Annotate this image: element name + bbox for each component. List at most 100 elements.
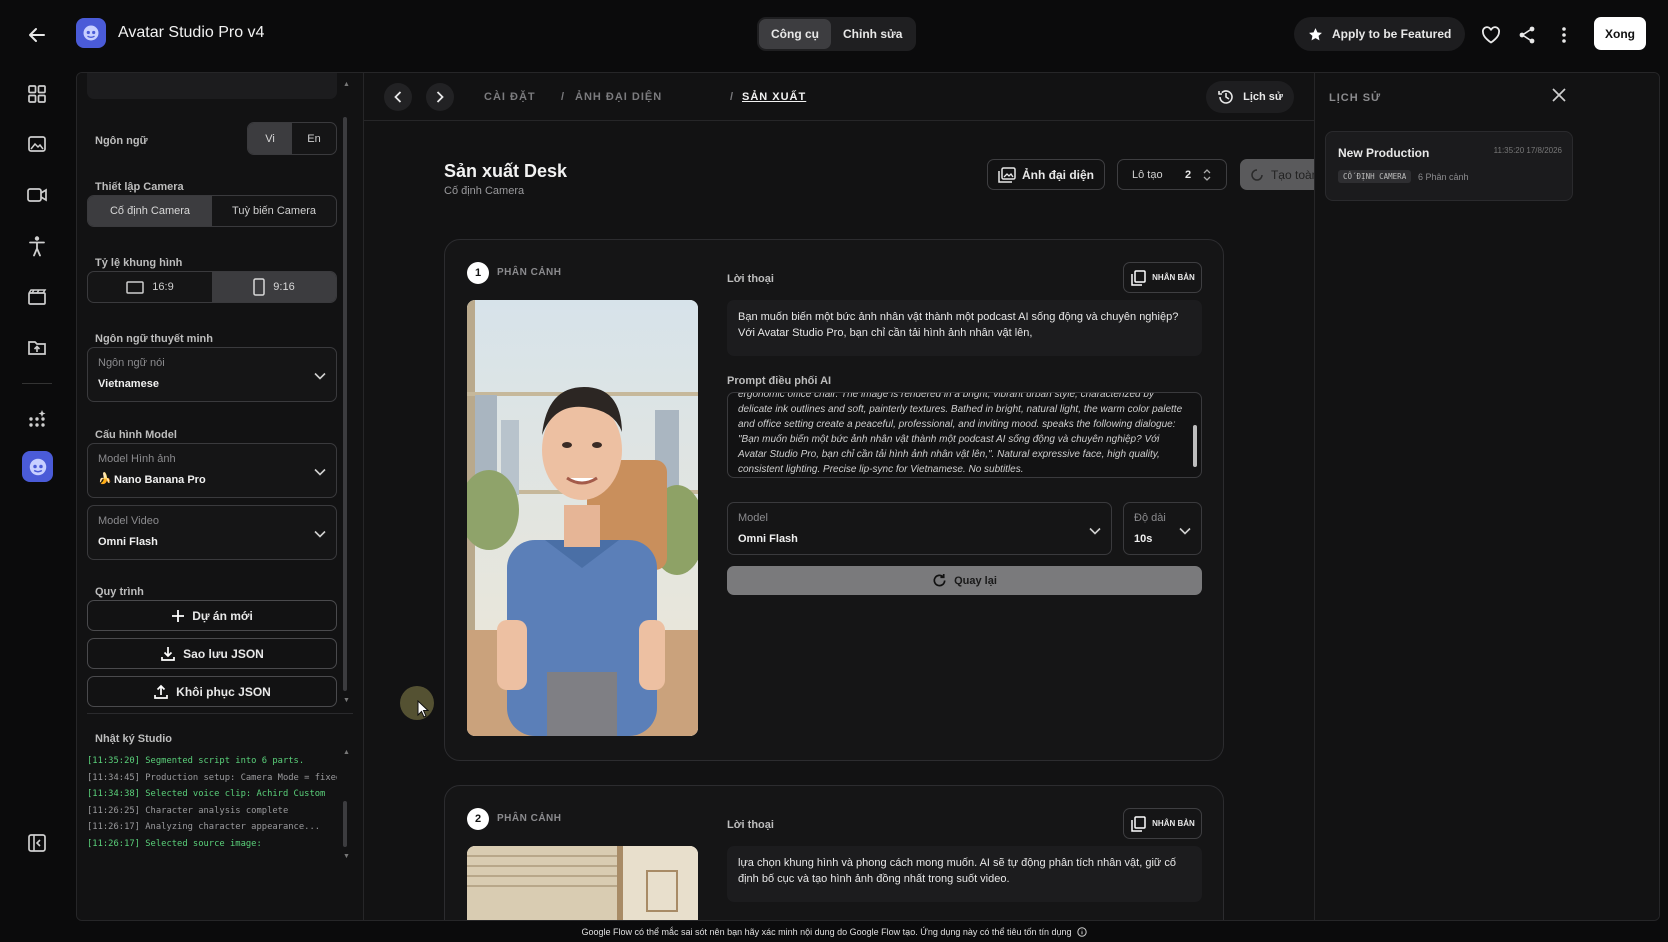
ai-prompt-label: Prompt điều phối AI — [727, 375, 832, 387]
avatar-image-label: Ảnh đại diện — [1022, 167, 1094, 182]
copy-icon — [1130, 815, 1146, 832]
scroll-up-icon[interactable]: ▲ — [343, 81, 350, 88]
save-json-button[interactable]: Sao lưu JSON — [87, 638, 337, 669]
dialogue-textarea[interactable]: lựa chọn khung hình và phong cách mong m… — [727, 846, 1202, 902]
tab-chinh-sua[interactable]: Chỉnh sửa — [831, 19, 914, 49]
language-label: Ngôn ngữ — [95, 135, 148, 147]
folder-upload-icon[interactable] — [24, 334, 50, 360]
video-model-value: Omni Flash — [98, 536, 158, 548]
ai-prompt-textarea[interactable]: ergonomic office chair. The image is ren… — [727, 392, 1202, 478]
history-item-tag: CỐ ĐỊNH CAMERA — [1338, 170, 1412, 183]
image-icon[interactable] — [24, 131, 50, 157]
mode-switch: Công cụ Chỉnh sửa — [757, 17, 917, 51]
log-scroll-down-icon[interactable]: ▼ — [343, 853, 350, 860]
history-panel: LỊCH SỬ New Production 11:35:20 17/8/202… — [1314, 73, 1659, 920]
ratio-9-16-option[interactable]: 9:16 — [212, 272, 336, 302]
custom-camera-option[interactable]: Tuỳ biến Camera — [212, 196, 336, 226]
history-button[interactable]: Lịch sử — [1206, 81, 1294, 113]
chevron-down-icon — [1089, 527, 1101, 535]
scene-duration-select[interactable]: Độ dài 10s — [1123, 502, 1202, 555]
breadcrumb-bar: CÀI ĐẶT / ẢNH ĐẠI DIỆN / SẢN XUẤT Lịch s… — [364, 73, 1314, 121]
camera-mode-switch: Cố định Camera Tuỳ biến Camera — [87, 195, 337, 227]
person-icon[interactable] — [24, 233, 50, 259]
dialogue-label: Lời thoại — [727, 819, 774, 831]
apply-featured-label: Apply to be Featured — [1332, 27, 1452, 41]
info-icon[interactable] — [1076, 927, 1087, 937]
scroll-down-icon[interactable]: ▼ — [343, 697, 350, 704]
close-icon[interactable] — [1549, 85, 1569, 105]
breadcrumb-avatar[interactable]: ẢNH ĐẠI DIỆN — [575, 91, 662, 103]
batch-size-stepper[interactable]: Lô tạo 2 — [1117, 159, 1227, 190]
model-config-label: Cấu hình Model — [95, 429, 177, 441]
history-panel-title: LỊCH SỬ — [1329, 92, 1382, 104]
heart-icon[interactable] — [1478, 22, 1504, 48]
clapperboard-icon[interactable] — [24, 284, 50, 310]
back-arrow-icon[interactable] — [24, 22, 50, 48]
spoken-language-value: Vietnamese — [98, 378, 159, 390]
tab-cong-cu[interactable]: Công cụ — [759, 19, 831, 49]
history-button-label: Lịch sử — [1243, 91, 1283, 103]
prompt-scrollbar[interactable] — [1193, 425, 1197, 467]
duplicate-button[interactable]: NHÂN BẢN — [1123, 808, 1202, 839]
aspect-ratio-switch: 16:9 9:16 — [87, 271, 337, 303]
avatar-app-icon[interactable] — [22, 451, 53, 482]
next-step-button[interactable] — [426, 83, 454, 111]
log-scrollbar[interactable] — [343, 801, 347, 847]
video-icon[interactable] — [24, 182, 50, 208]
panel-toggle-icon[interactable] — [24, 830, 50, 856]
studio-log: [11:35:20] Segmented script into 6 parts… — [87, 753, 337, 863]
spoken-language-select[interactable]: Ngôn ngữ nói Vietnamese — [87, 347, 337, 402]
breadcrumb-production[interactable]: SẢN XUẤT — [742, 91, 806, 103]
log-scroll-up-icon[interactable]: ▲ — [343, 749, 350, 756]
scene-card-2: 2 PHÂN CẢNH Lời thoại NHÂN BẢN lựa chọn … — [444, 785, 1224, 920]
log-entry: [11:35:20] Segmented script into 6 parts… — [87, 756, 305, 766]
chevron-left-icon — [393, 91, 403, 103]
spoken-language-caption: Ngôn ngữ nói — [98, 357, 165, 369]
duplicate-label: NHÂN BẢN — [1152, 819, 1195, 828]
scene-duration-caption: Độ dài — [1134, 512, 1166, 524]
video-model-select[interactable]: Model Video Omni Flash — [87, 505, 337, 560]
scene-model-select[interactable]: Model Omni Flash — [727, 502, 1112, 555]
done-button[interactable]: Xong — [1594, 17, 1646, 50]
log-entry: [11:34:38] Selected voice clip: Achird C… — [87, 789, 326, 799]
duplicate-button[interactable]: NHÂN BẢN — [1123, 262, 1202, 293]
new-project-button[interactable]: Dự án mới — [87, 600, 337, 631]
image-model-select[interactable]: Model Hình ảnh 🍌 Nano Banana Pro — [87, 443, 337, 498]
restore-json-button[interactable]: Khôi phục JSON — [87, 676, 337, 707]
batch-size-label: Lô tạo — [1132, 168, 1163, 181]
dialogue-textarea[interactable]: Bạn muốn biến một bức ảnh nhân vật thành… — [727, 300, 1202, 356]
ratio-16-9-option[interactable]: 16:9 — [88, 272, 212, 302]
plus-icon — [171, 609, 185, 623]
chevron-down-icon — [314, 372, 326, 380]
copy-icon — [1130, 269, 1146, 286]
mouse-pointer-icon — [417, 700, 429, 718]
image-model-value: Nano Banana Pro — [114, 474, 206, 486]
sidebar-top-field — [87, 73, 337, 99]
prev-step-button[interactable] — [384, 83, 412, 111]
breadcrumb-settings[interactable]: CÀI ĐẶT — [484, 91, 536, 103]
sidebar-scrollbar[interactable] — [343, 117, 347, 691]
history-item[interactable]: New Production 11:35:20 17/8/2026 CỐ ĐỊN… — [1325, 131, 1573, 201]
grid-icon[interactable] — [24, 81, 50, 107]
scene-image[interactable] — [467, 300, 698, 736]
avatar-image-button[interactable]: Ảnh đại diện — [987, 159, 1105, 190]
redo-button[interactable]: Quay lại — [727, 566, 1202, 595]
download-icon — [160, 646, 176, 662]
sparkles-grid-icon[interactable] — [24, 406, 50, 432]
apply-featured-button[interactable]: Apply to be Featured — [1294, 17, 1466, 51]
app-title: Avatar Studio Pro v4 — [118, 24, 265, 41]
batch-size-value: 2 — [1185, 168, 1192, 181]
landscape-icon — [126, 280, 145, 294]
log-entry: [11:26:25] Character analysis complete — [87, 805, 289, 816]
image-model-caption: Model Hình ảnh — [98, 453, 176, 465]
scene-image[interactable] — [467, 846, 698, 920]
sidebar-divider — [87, 713, 353, 714]
chevron-down-icon — [314, 468, 326, 476]
language-vi-option[interactable]: Vi — [248, 123, 292, 154]
share-icon[interactable] — [1514, 22, 1540, 48]
fixed-camera-option[interactable]: Cố định Camera — [88, 196, 212, 226]
more-vert-icon[interactable] — [1551, 22, 1577, 48]
scene-model-value: Omni Flash — [738, 533, 798, 545]
language-en-option[interactable]: En — [292, 123, 336, 154]
narration-language-label: Ngôn ngữ thuyết minh — [95, 333, 213, 345]
